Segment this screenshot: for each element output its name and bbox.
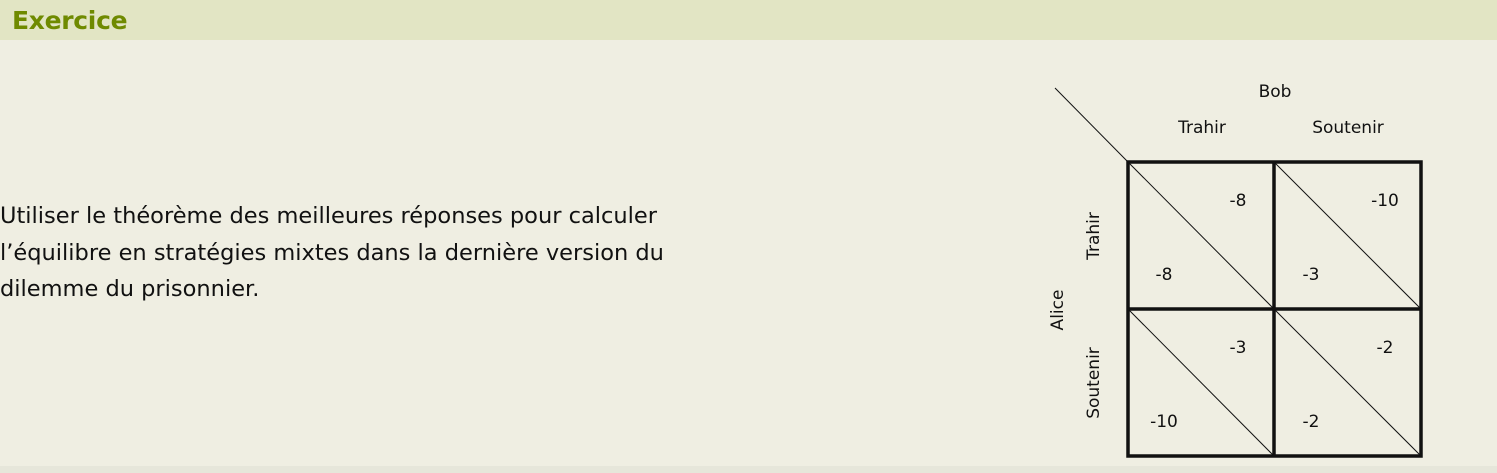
corner-diagonal: [1054, 87, 1129, 163]
payoff-matrix: Bob Alice Trahir Soutenir Trahir Souteni…: [1048, 82, 1423, 458]
row-strategy-label: Trahir: [1084, 212, 1104, 261]
cell-diagonal: [1273, 308, 1422, 457]
column-strategy-label: Trahir: [1177, 118, 1226, 138]
row-player-label: Alice: [1048, 290, 1068, 331]
cell-diagonal: [1273, 161, 1422, 310]
alice-payoff: -8: [1156, 265, 1173, 285]
bottom-rule: [0, 466, 1497, 473]
alice-payoff: -2: [1303, 412, 1320, 432]
bob-payoff: -8: [1230, 191, 1247, 211]
alice-payoff: -3: [1303, 265, 1320, 285]
bob-payoff: -2: [1377, 338, 1394, 358]
cell-diagonal: [1127, 308, 1275, 457]
row-strategy-label: Soutenir: [1084, 347, 1104, 419]
bob-payoff: -10: [1371, 191, 1399, 211]
bob-payoff: -3: [1230, 338, 1247, 358]
column-strategy-label: Soutenir: [1312, 118, 1384, 138]
cell-diagonal: [1127, 161, 1275, 310]
alice-payoff: -10: [1150, 412, 1178, 432]
column-player-label: Bob: [1259, 82, 1292, 102]
